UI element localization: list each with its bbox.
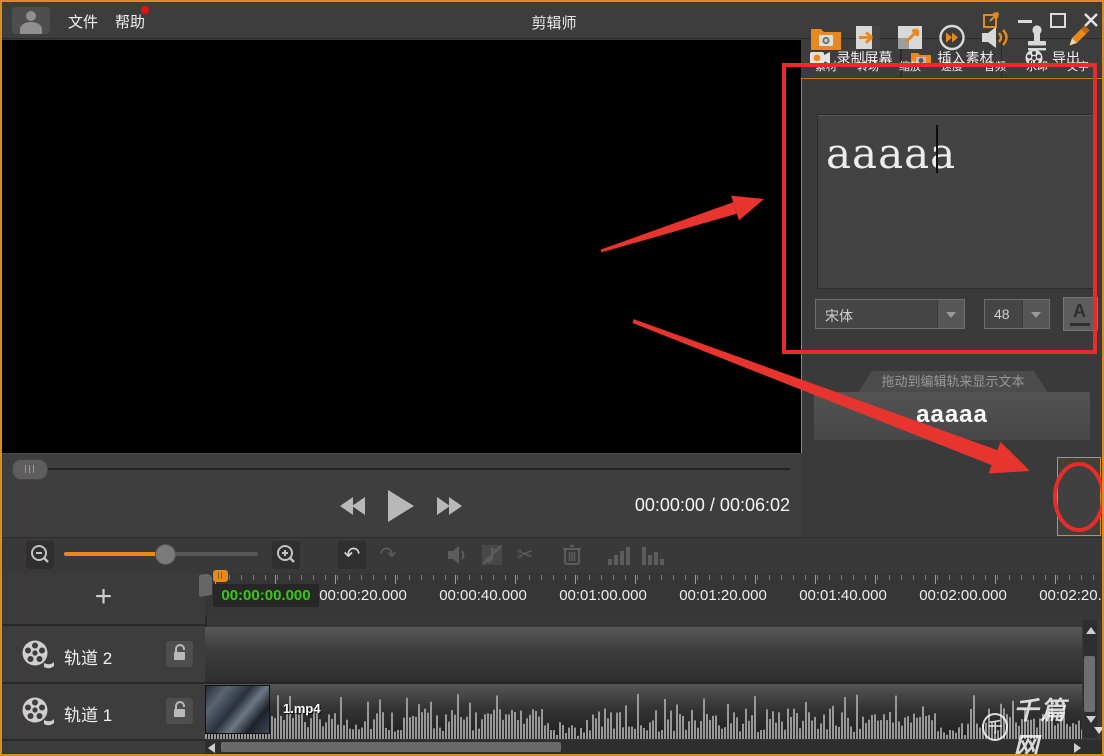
scale-icon — [894, 24, 926, 51]
tool-scale-label: 缩放 — [890, 58, 930, 74]
timeline-ruler[interactable]: 00:00:00.000 00:00:20.000 00:00:40.000 0… — [205, 573, 1102, 617]
bars-ascending-icon — [606, 543, 632, 567]
audio-waveform — [205, 687, 1082, 739]
color-underline — [1070, 323, 1090, 326]
transition-icon — [852, 24, 884, 51]
ruler-label: 00:02:20.000 — [1018, 587, 1102, 604]
film-reel-icon — [20, 638, 56, 670]
minimize-icon — [1018, 20, 1032, 23]
zoom-in-icon — [272, 541, 300, 569]
clip-thumbnail[interactable] — [206, 686, 269, 733]
tool-watermark[interactable]: 水印 — [1017, 24, 1057, 74]
track-1-lane[interactable] — [205, 684, 1082, 739]
video-preview[interactable] — [2, 40, 801, 453]
watermark-text: 千篇网 — [1013, 691, 1089, 756]
ruler-label: 00:01:00.000 — [538, 587, 668, 604]
tool-text[interactable]: 文字 — [1058, 24, 1098, 74]
remove-audio-button[interactable] — [480, 543, 506, 572]
text-preview-value: aaaaa — [916, 401, 988, 428]
tool-material[interactable]: 素材 — [806, 24, 846, 74]
tool-audio-label: 音频 — [975, 58, 1015, 74]
track-1-label: 轨道 1 — [64, 701, 112, 726]
track-header-2[interactable]: 轨道 2 — [2, 627, 205, 684]
tool-speed-label: 速度 — [932, 58, 972, 74]
timeline-zoom-in-button[interactable] — [272, 541, 300, 569]
chevron-down-icon — [946, 312, 956, 318]
redo-button[interactable]: ↷ — [374, 541, 402, 569]
scroll-up-icon[interactable] — [1086, 627, 1096, 634]
text-preview-card[interactable]: aaaaa — [814, 392, 1090, 440]
tool-speed[interactable]: 速度 — [932, 24, 972, 74]
pencil-icon — [1062, 24, 1094, 51]
track-1-lock-button[interactable] — [166, 698, 193, 724]
track-header-1[interactable]: 轨道 1 — [2, 684, 205, 741]
fade-in-button[interactable] — [606, 543, 632, 572]
font-size-select[interactable]: 48 — [984, 299, 1050, 329]
seek-handle[interactable] — [12, 459, 48, 480]
time-display: 00:00:00 / 00:06:02 — [560, 495, 790, 516]
font-family-select[interactable]: 宋体 — [815, 299, 965, 329]
seek-bar[interactable] — [14, 468, 790, 470]
ruler-label: 00:02:00.000 — [898, 587, 1028, 604]
add-track-button[interactable]: + — [2, 573, 205, 626]
trash-icon — [560, 543, 586, 567]
film-reel-icon — [20, 695, 56, 727]
scroll-left-icon[interactable] — [208, 743, 215, 753]
music-off-icon — [480, 543, 506, 567]
tool-text-label: 文字 — [1058, 58, 1098, 74]
text-input-area[interactable]: aaaaa — [817, 114, 1094, 289]
tool-scale[interactable]: 缩放 — [890, 24, 930, 74]
cut-button[interactable]: ✂ — [511, 541, 539, 569]
track-2-label: 轨道 2 — [64, 644, 112, 669]
unlock-icon — [166, 698, 193, 724]
zoom-out-icon — [26, 541, 54, 569]
timeline-zoom-out-button[interactable] — [26, 541, 54, 569]
chevron-down-icon — [1031, 312, 1041, 318]
timeline-zoom-slider-handle[interactable] — [155, 544, 176, 565]
play-button[interactable] — [388, 490, 414, 522]
track-2-lane[interactable] — [205, 627, 1082, 684]
bars-descending-icon — [640, 543, 666, 567]
speaker-muted-icon — [446, 543, 472, 567]
timeline-zoom-slider-fill — [64, 552, 164, 556]
watermark-caret-icon — [1094, 727, 1104, 734]
watermark-logo: 千 — [982, 713, 1008, 741]
speaker-icon — [979, 24, 1011, 51]
ruler-label: 00:01:40.000 — [778, 587, 908, 604]
font-family-value: 宋体 — [825, 306, 853, 326]
ruler-edge-marker — [199, 573, 212, 597]
ruler-label: 00:00:20.000 — [298, 587, 428, 604]
speed-icon — [936, 24, 968, 51]
tool-text-selected-frame — [1057, 457, 1101, 536]
font-family-dropdown-button[interactable] — [937, 300, 964, 328]
site-watermark: 千 千篇网 — [982, 711, 1104, 743]
text-caret — [936, 125, 938, 173]
track-2-lock-button[interactable] — [166, 641, 193, 667]
ruler-label: 00:00:40.000 — [418, 587, 548, 604]
fade-out-button[interactable] — [640, 543, 666, 572]
font-size-dropdown-button[interactable] — [1022, 300, 1049, 328]
font-color-icon: A — [1073, 301, 1086, 322]
app-window: 文件 帮助 剪辑师 录制屏幕 — [0, 0, 1104, 756]
ruler-label: 00:01:20.000 — [658, 587, 788, 604]
unlock-icon — [166, 641, 193, 667]
horizontal-scrollbar-thumb[interactable] — [221, 742, 561, 752]
playhead-marker[interactable] — [213, 570, 228, 582]
tool-material-label: 素材 — [806, 58, 846, 74]
folder-icon — [810, 24, 842, 51]
tool-audio[interactable]: 音频 — [975, 24, 1015, 74]
font-size-value: 48 — [994, 306, 1010, 322]
tool-transition[interactable]: 转场 — [848, 24, 888, 74]
ruler-ticks-major — [205, 575, 1102, 584]
font-color-button[interactable]: A — [1063, 297, 1098, 331]
delete-button[interactable] — [560, 543, 586, 572]
tool-transition-label: 转场 — [848, 58, 888, 74]
tool-watermark-label: 水印 — [1017, 58, 1057, 74]
stamp-icon — [1021, 24, 1053, 51]
clip-name: 1.mp4 — [283, 701, 321, 716]
drag-hint-tab: 拖动到编辑轨来显示文本 — [858, 371, 1048, 393]
mute-button[interactable] — [446, 543, 472, 572]
undo-button[interactable]: ↶ — [338, 541, 366, 569]
